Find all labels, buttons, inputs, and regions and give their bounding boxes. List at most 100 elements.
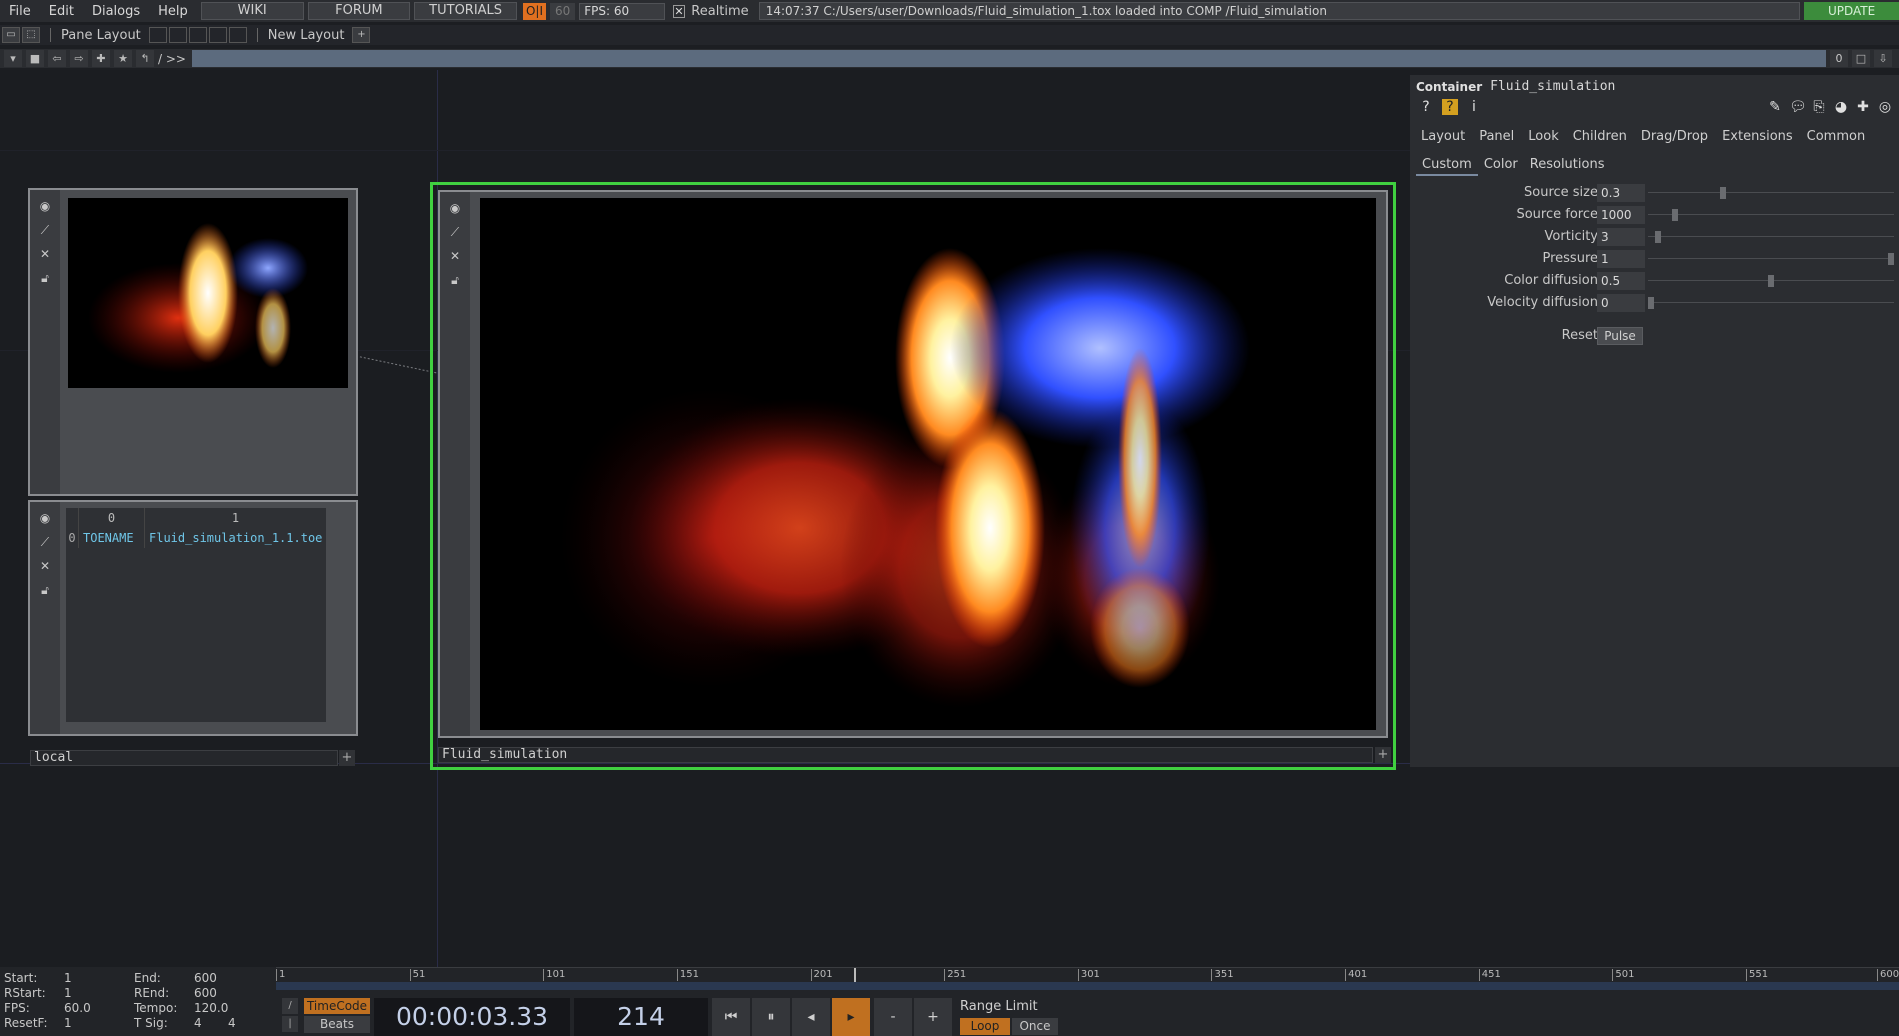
lock-icon[interactable]: 🔓︎	[447, 272, 463, 288]
once-button[interactable]: Once	[1012, 1018, 1058, 1035]
viewer-icon[interactable]: ◉	[37, 198, 53, 214]
param-slider-handle[interactable]	[1648, 297, 1654, 309]
play-reverse-button[interactable]: ◂	[792, 998, 830, 1036]
bypass-icon[interactable]: ✕	[37, 246, 53, 262]
op-name[interactable]: Fluid_simulation	[1490, 79, 1615, 94]
bar-toggle[interactable]: |	[282, 1016, 298, 1032]
local-add-button[interactable]: +	[339, 750, 355, 766]
network-path[interactable]: / >>	[158, 52, 186, 66]
wiki-button[interactable]: WIKI	[200, 2, 304, 20]
loop-button[interactable]: Loop	[960, 1018, 1010, 1035]
param-value-field[interactable]: 0	[1597, 294, 1645, 312]
bypass-icon[interactable]: ✕	[37, 558, 53, 574]
home-icon[interactable]: ✚	[92, 50, 110, 67]
param-slider-handle[interactable]	[1720, 187, 1726, 199]
end-value[interactable]: 600	[194, 971, 217, 985]
bypass-icon[interactable]: ✕	[447, 248, 463, 264]
step-back-button[interactable]: -	[874, 998, 912, 1036]
beats-button[interactable]: Beats	[304, 1016, 370, 1033]
fluid-node-name[interactable]: Fluid_simulation	[438, 747, 1373, 763]
param-slider[interactable]	[1648, 258, 1894, 259]
wire-icon[interactable]: ⟋	[37, 534, 53, 550]
param-slider[interactable]	[1648, 214, 1894, 215]
pulse-button[interactable]: Pulse	[1597, 327, 1643, 345]
bookmark-icon[interactable]: ★	[114, 50, 132, 67]
tab-common[interactable]: Common	[1802, 127, 1871, 146]
tab-look[interactable]: Look	[1523, 127, 1563, 146]
forward-icon[interactable]: ⇨	[70, 50, 88, 67]
import-icon[interactable]: ⇩	[1873, 50, 1892, 67]
tab-resolutions[interactable]: Resolutions	[1524, 155, 1611, 176]
tab-layout[interactable]: Layout	[1416, 127, 1470, 146]
wire-icon[interactable]: ⟋	[447, 224, 463, 240]
layout-three-button[interactable]	[208, 27, 227, 43]
network-editor[interactable]: ◉ ⟋ ✕ 🔓︎ perform + ◉ ⟋	[0, 70, 1410, 967]
help-icon[interactable]: ?	[1418, 99, 1434, 115]
oi-toggle[interactable]: O|I	[522, 2, 547, 20]
target-icon[interactable]: ◎	[1877, 99, 1893, 115]
menu-edit[interactable]: Edit	[40, 4, 83, 19]
viewer-icon[interactable]: ◉	[37, 510, 53, 526]
menu-dialogs[interactable]: Dialogs	[83, 4, 149, 19]
pane-save-icon[interactable]: ⬚	[22, 27, 40, 43]
slash-toggle[interactable]: /	[282, 998, 298, 1014]
fps-value[interactable]: 60.0	[64, 1001, 91, 1015]
local-node[interactable]: ◉ ⟋ ✕ 🔓︎ 0 1 0 TOENAME Fluid_simulation_…	[28, 500, 358, 736]
param-slider[interactable]	[1648, 192, 1894, 193]
viewer-icon[interactable]: ◉	[447, 200, 463, 216]
add-layout-button[interactable]: +	[352, 27, 371, 43]
realtime-checkbox[interactable]: ✕	[672, 4, 686, 18]
param-slider[interactable]	[1648, 236, 1894, 237]
param-value-field[interactable]: 3	[1597, 228, 1645, 246]
tutorials-button[interactable]: TUTORIALS	[414, 2, 517, 20]
tsig-numerator[interactable]: 4	[194, 1016, 202, 1030]
param-value-field[interactable]: 1000	[1597, 206, 1645, 224]
step-forward-button[interactable]: +	[914, 998, 952, 1036]
pause-button[interactable]: ⏸	[752, 998, 790, 1036]
stop-icon[interactable]: ■	[26, 50, 44, 67]
param-value-field[interactable]: 1	[1597, 250, 1645, 268]
playhead[interactable]	[854, 968, 856, 982]
fluid-viewer[interactable]	[480, 198, 1376, 730]
pane-view-icon[interactable]: ▭	[2, 27, 20, 43]
resetf-value[interactable]: 1	[64, 1016, 72, 1030]
tab-color[interactable]: Color	[1478, 155, 1524, 176]
param-value-field[interactable]: 0.5	[1597, 272, 1645, 290]
layout-split-v-button[interactable]	[168, 27, 187, 43]
new-layout-label[interactable]: New Layout	[268, 28, 345, 43]
comment-icon[interactable]: 💬︎	[1789, 99, 1807, 115]
op-help-icon[interactable]: ?	[1442, 99, 1458, 115]
tab-children[interactable]: Children	[1568, 127, 1632, 146]
param-slider-handle[interactable]	[1672, 209, 1678, 221]
python-icon[interactable]: ◕	[1833, 99, 1849, 115]
timecode-button[interactable]: TimeCode	[304, 998, 370, 1014]
clone-icon[interactable]: ⎘	[1811, 99, 1827, 115]
frame-display[interactable]: 214	[574, 998, 708, 1036]
timecode-display[interactable]: 00:00:03.33	[374, 998, 570, 1036]
info-icon[interactable]: i	[1466, 99, 1482, 115]
param-slider-handle[interactable]	[1768, 275, 1774, 287]
tab-drag-drop[interactable]: Drag/Drop	[1636, 127, 1713, 146]
fps-setting[interactable]: 60	[550, 2, 576, 20]
lock-icon[interactable]: 🔓︎	[37, 270, 53, 286]
layout-split-h-button[interactable]	[188, 27, 207, 43]
back-icon[interactable]: ⇦	[48, 50, 66, 67]
lock-icon[interactable]: 🔓︎	[37, 582, 53, 598]
forum-button[interactable]: FORUM	[307, 2, 411, 20]
update-button[interactable]: UPDATE	[1804, 2, 1899, 20]
menu-help[interactable]: Help	[149, 4, 197, 19]
start-value[interactable]: 1	[64, 971, 72, 985]
timeline-ruler[interactable]: 1 51 101 151 201 251 301 351 401 451 501 551 600	[276, 967, 1899, 982]
param-value-field[interactable]: 0.3	[1597, 184, 1645, 202]
fluid-add-button[interactable]: +	[1375, 747, 1391, 763]
parent-icon[interactable]: ↰	[136, 50, 154, 67]
tab-panel[interactable]: Panel	[1474, 127, 1519, 146]
tempo-value[interactable]: 120.0	[194, 1001, 228, 1015]
rend-value[interactable]: 600	[194, 986, 217, 1000]
menu-file[interactable]: File	[0, 4, 40, 19]
path-field[interactable]	[191, 50, 1826, 67]
wire-icon[interactable]: ⟋	[37, 222, 53, 238]
param-slider-handle[interactable]	[1888, 253, 1894, 265]
maximize-icon[interactable]: □	[1851, 50, 1870, 67]
rstart-value[interactable]: 1	[64, 986, 72, 1000]
